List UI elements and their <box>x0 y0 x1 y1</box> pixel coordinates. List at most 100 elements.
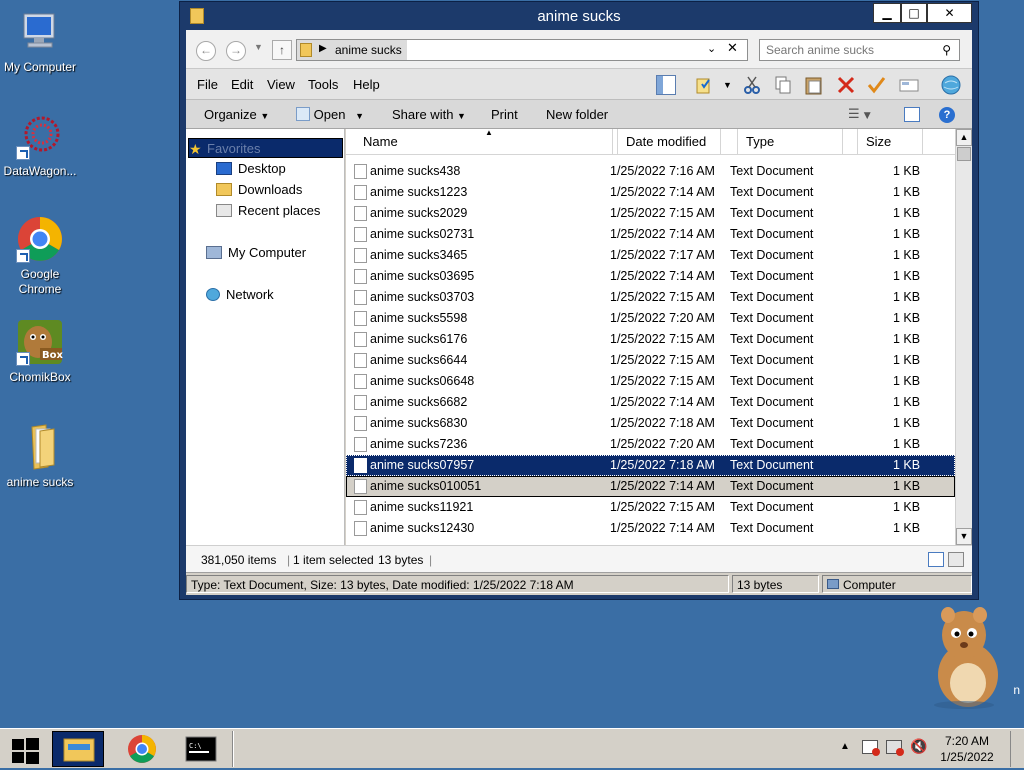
file-row[interactable]: anime sucks3465 1/25/2022 7:17 AM Text Doc… <box>346 245 955 266</box>
desktop-icon-anime-sucks[interactable]: anime sucks <box>0 423 80 490</box>
breadcrumb-item[interactable]: anime sucks <box>335 43 402 57</box>
scroll-down-button[interactable]: ▼ <box>956 528 972 545</box>
nav-recent-places[interactable]: Recent places <box>216 201 320 221</box>
address-bar[interactable]: ▶ anime sucks ⌄ ✕ <box>296 39 748 61</box>
nav-desktop[interactable]: Desktop <box>216 159 286 179</box>
desktop-icon-my-computer[interactable]: My Computer <box>0 8 80 75</box>
new-folder-button[interactable]: New folder <box>546 107 608 122</box>
menu-view[interactable]: View <box>267 77 295 92</box>
file-row[interactable]: anime sucks02731 1/25/2022 7:14 AM Text Do… <box>346 224 955 245</box>
start-button[interactable] <box>8 731 42 767</box>
file-row[interactable]: anime sucks6176 1/25/2022 7:15 AM Text Doc… <box>346 329 955 350</box>
scroll-up-button[interactable]: ▲ <box>956 129 972 146</box>
column-name[interactable]: Name <box>355 129 613 155</box>
file-row[interactable]: anime sucks438 1/25/2022 7:16 AM Text Docu… <box>346 161 955 182</box>
nav-favorites[interactable]: ★ Favorites <box>188 138 343 158</box>
delete-icon[interactable] <box>836 75 856 95</box>
address-dropdown-icon[interactable]: ⌄ <box>707 42 716 55</box>
recent-pages-dropdown[interactable]: ▼ <box>254 42 263 52</box>
file-row[interactable]: anime sucks03695 1/25/2022 7:14 AM Text Do… <box>346 266 955 287</box>
mail-icon[interactable] <box>899 75 919 95</box>
globe-icon[interactable] <box>941 75 961 95</box>
file-row[interactable]: anime sucks010051 1/25/2022 7:14 AM Text D… <box>346 476 955 497</box>
file-name: anime sucks7236 <box>370 437 468 451</box>
column-date-modified[interactable]: Date modified <box>617 129 721 155</box>
file-row[interactable]: anime sucks7236 1/25/2022 7:20 AM Text Doc… <box>346 434 955 455</box>
forward-button[interactable]: → <box>226 41 246 61</box>
organize-button[interactable]: Organize ▼ <box>204 107 269 122</box>
apply-check-icon[interactable] <box>866 75 886 95</box>
folder-icon <box>16 423 64 471</box>
file-name: anime sucks07957 <box>370 458 475 472</box>
large-icons-view-icon[interactable] <box>948 552 964 567</box>
network-tray-icon[interactable] <box>886 740 904 756</box>
show-hidden-icons-button[interactable]: ▲ <box>840 741 850 752</box>
file-date-modified: 1/25/2022 7:14 AM <box>610 521 715 535</box>
file-type: Text Document <box>730 437 814 451</box>
window-client: ← → ▼ ↑ ▶ anime sucks ⌄ ✕ Search anime s… <box>186 30 972 595</box>
file-row[interactable]: anime sucks2029 1/25/2022 7:15 AM Text Doc… <box>346 203 955 224</box>
scroll-thumb[interactable] <box>957 147 971 161</box>
file-row[interactable]: anime sucks11921 1/25/2022 7:15 AM Text Do… <box>346 497 955 518</box>
copy-icon[interactable] <box>773 75 793 95</box>
properties-dropdown-icon[interactable]: ▼ <box>723 80 732 90</box>
show-desktop-button[interactable] <box>1010 731 1022 767</box>
breadcrumb-chevron-icon[interactable]: ▶ <box>319 43 327 54</box>
text-file-icon <box>354 164 367 179</box>
text-file-icon <box>354 521 367 536</box>
file-row[interactable]: anime sucks12430 1/25/2022 7:14 AM Text Do… <box>346 518 955 539</box>
shortcut-arrow-icon <box>16 249 30 263</box>
preview-pane-toggle-icon[interactable] <box>904 107 920 122</box>
desktop-icon-chrome[interactable]: Google Chrome <box>0 215 80 297</box>
file-row[interactable]: anime sucks03703 1/25/2022 7:15 AM Text Do… <box>346 287 955 308</box>
desktop-icon-datawagon[interactable]: DataWagon... <box>0 112 80 179</box>
file-row[interactable]: anime sucks07957 1/25/2022 7:18 AM Text Do… <box>346 455 955 476</box>
nav-my-computer[interactable]: My Computer <box>206 243 306 263</box>
maximize-button[interactable]: □ <box>901 3 927 23</box>
menu-help[interactable]: Help <box>353 77 380 92</box>
cut-icon[interactable] <box>742 75 762 95</box>
file-row[interactable]: anime sucks5598 1/25/2022 7:20 AM Text Doc… <box>346 308 955 329</box>
volume-muted-icon[interactable]: 🔇 <box>910 739 927 755</box>
menu-edit[interactable]: Edit <box>231 77 253 92</box>
file-row[interactable]: anime sucks1223 1/25/2022 7:14 AM Text Doc… <box>346 182 955 203</box>
file-row[interactable]: anime sucks06648 1/25/2022 7:15 AM Text Do… <box>346 371 955 392</box>
column-type[interactable]: Type <box>737 129 843 155</box>
taskbar-chrome[interactable] <box>116 731 168 767</box>
nav-downloads[interactable]: Downloads <box>216 180 302 200</box>
file-row[interactable]: anime sucks6682 1/25/2022 7:14 AM Text Doc… <box>346 392 955 413</box>
nav-network[interactable]: Network <box>206 285 274 305</box>
up-button[interactable]: ↑ <box>272 40 292 60</box>
taskbar-command-prompt[interactable]: C:\ <box>178 731 226 767</box>
properties-icon[interactable] <box>694 75 714 95</box>
minimize-button[interactable]: ▁ <box>873 3 901 23</box>
action-center-icon[interactable] <box>862 740 880 756</box>
preview-pane-icon[interactable] <box>656 75 676 95</box>
search-icon[interactable]: ⚲ <box>942 40 951 60</box>
menu-file[interactable]: File <box>197 77 218 92</box>
file-name: anime sucks1223 <box>370 185 468 199</box>
folder-icon <box>300 43 312 57</box>
column-header: ▲ Name Date modified Type Size <box>346 129 955 155</box>
open-button[interactable]: Open ▼ <box>296 107 364 122</box>
help-icon[interactable]: ? <box>939 107 955 123</box>
chomikbox-icon: Box <box>16 318 64 366</box>
file-row[interactable]: anime sucks6830 1/25/2022 7:18 AM Text Doc… <box>346 413 955 434</box>
column-size[interactable]: Size <box>857 129 923 155</box>
paste-icon[interactable] <box>804 75 824 95</box>
search-input[interactable]: Search anime sucks ⚲ <box>759 39 960 61</box>
details-view-icon[interactable] <box>928 552 944 567</box>
taskbar-explorer[interactable] <box>52 731 104 767</box>
vertical-scrollbar[interactable]: ▲ ▼ <box>955 129 972 545</box>
file-row[interactable]: anime sucks6644 1/25/2022 7:15 AM Text Doc… <box>346 350 955 371</box>
close-button[interactable]: ✕ <box>927 3 972 23</box>
change-view-icon[interactable]: ☰ ▼ <box>848 107 871 122</box>
desktop-icon-chomikbox[interactable]: Box ChomikBox <box>0 318 80 385</box>
back-button[interactable]: ← <box>196 41 216 61</box>
tray-clock[interactable]: 7:20 AM 1/25/2022 <box>932 733 1002 765</box>
share-with-button[interactable]: Share with ▼ <box>392 107 466 122</box>
clear-address-button[interactable]: ✕ <box>727 41 738 56</box>
title-bar[interactable]: anime sucks ▁ □ ✕ <box>180 2 978 30</box>
print-button[interactable]: Print <box>491 107 518 122</box>
menu-tools[interactable]: Tools <box>308 77 338 92</box>
